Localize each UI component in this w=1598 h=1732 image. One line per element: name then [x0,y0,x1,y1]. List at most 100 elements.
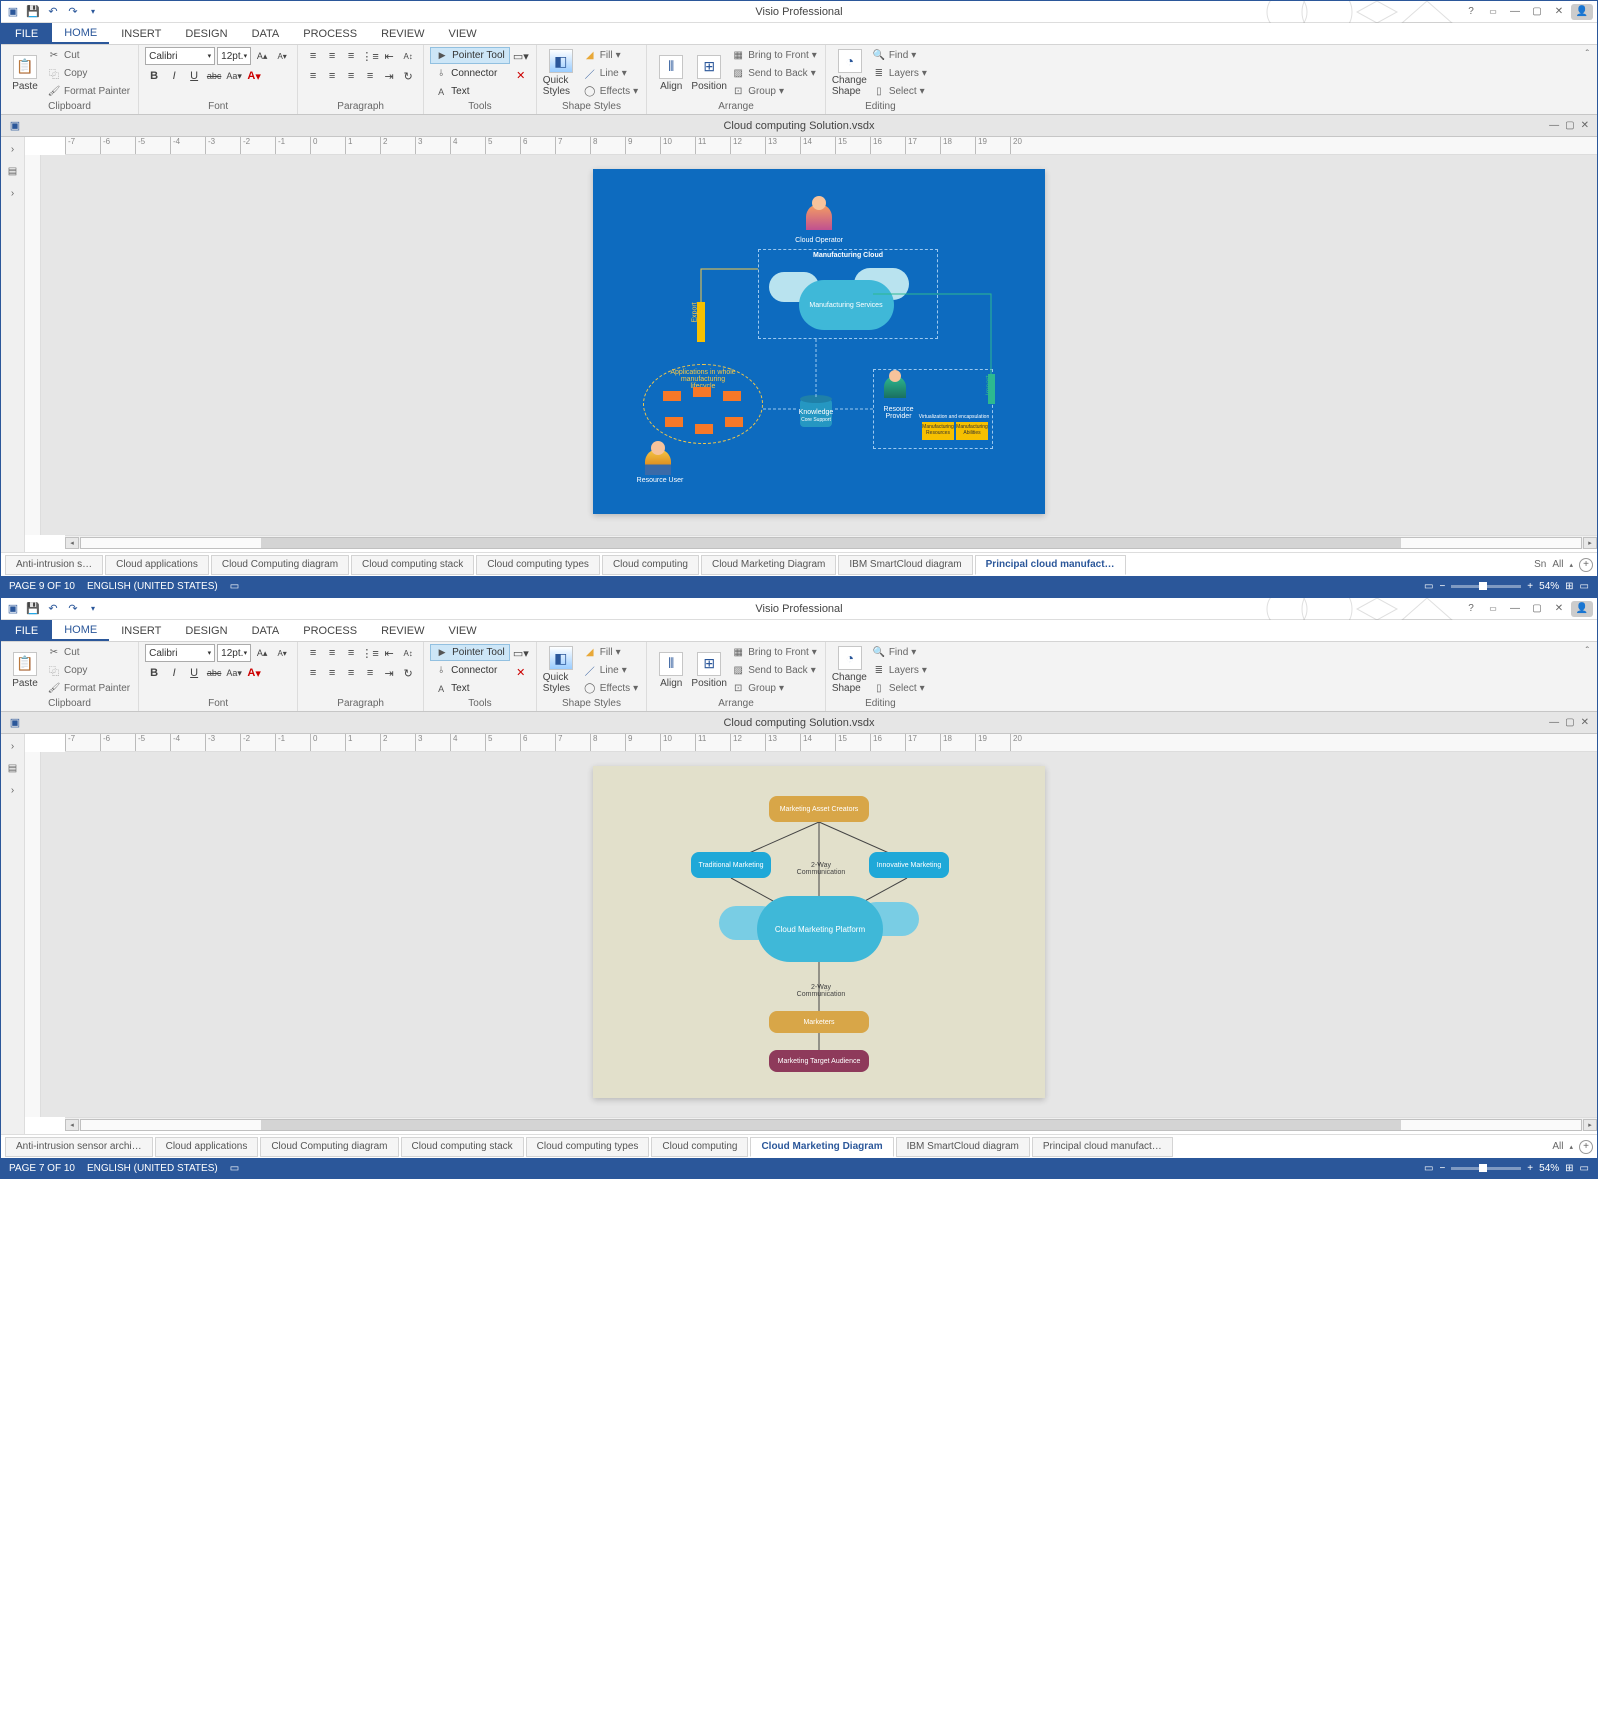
close-icon[interactable]: ✕ [1549,4,1569,20]
text-tool-button[interactable]: AText [430,680,510,697]
font-color-button[interactable]: A▾ [245,67,263,85]
italic-button[interactable]: I [165,67,183,85]
bullets-icon[interactable]: ⋮≡ [361,47,379,65]
all-label[interactable]: All [1552,559,1563,570]
view-presentation-icon[interactable]: ▭ [1424,1163,1433,1174]
ribbon-collapse-toggle[interactable]: ˆ [1578,45,1597,114]
restore-icon[interactable]: ▢ [1527,601,1547,617]
tab-data[interactable]: DATA [240,620,292,641]
shrink-font-icon[interactable]: A▾ [273,644,291,662]
page-tab[interactable]: Anti-intrusion s… [5,555,103,575]
zoom-slider[interactable] [1451,585,1521,588]
page-tab[interactable]: Cloud Computing diagram [260,1137,398,1157]
delete-tool-icon[interactable]: ✕ [512,66,530,84]
save-icon[interactable]: 💾 [25,4,41,20]
change-shape-button[interactable]: ◔Change Shape [832,644,868,696]
zoom-out-icon[interactable]: − [1439,1163,1445,1174]
stencil-more-icon[interactable]: › [5,185,21,201]
rotate-text-icon[interactable]: ↻ [399,67,417,85]
align-bottom-icon[interactable]: ≡ [342,47,360,65]
stencil-icon[interactable]: ▤ [5,163,21,179]
send-back-button[interactable]: ▨Send to Back▾ [729,662,819,679]
pointer-tool-button[interactable]: ▶Pointer Tool [430,47,510,64]
tab-view[interactable]: VIEW [436,620,488,641]
bold-button[interactable]: B [145,67,163,85]
bold-button[interactable]: B [145,664,163,682]
underline-button[interactable]: U [185,664,203,682]
page-tab[interactable]: IBM SmartCloud diagram [838,555,972,575]
find-button[interactable]: 🔍Find▾ [870,47,929,64]
qat-more-icon[interactable]: ▾ [85,4,101,20]
layers-button[interactable]: ≣Layers▾ [870,65,929,82]
tab-file[interactable]: FILE [1,620,52,641]
fit-width-icon[interactable]: ▭ [1580,1163,1589,1174]
font-name-select[interactable]: Calibri▾ [145,47,215,65]
minimize-icon[interactable]: — [1505,4,1525,20]
text-dir-icon[interactable]: A↕ [399,47,417,65]
position-button[interactable]: ⊞Position [691,644,727,696]
text-effects-button[interactable]: Aa▾ [225,664,243,682]
fit-page-icon[interactable]: ⊞ [1565,581,1573,592]
zoom-in-icon[interactable]: + [1527,581,1533,592]
zoom-value[interactable]: 54% [1539,581,1559,592]
stencil-icon[interactable]: ▤ [5,760,21,776]
page-tab[interactable]: Cloud Computing diagram [211,555,349,575]
format-painter-button[interactable]: 🖌Format Painter [45,83,132,100]
underline-button[interactable]: U [185,67,203,85]
group-button[interactable]: ⊡Group▾ [729,680,819,697]
expand-shapes-icon[interactable]: › [5,141,21,157]
align-button[interactable]: ⫴Align [653,47,689,99]
align-button[interactable]: ⫴Align [653,644,689,696]
scroll-right-icon[interactable]: ▸ [1583,537,1597,549]
font-color-button[interactable]: A▾ [245,664,263,682]
close-icon[interactable]: ✕ [1549,601,1569,617]
doc-restore-icon[interactable]: ▢ [1565,717,1574,728]
line-button[interactable]: ／Line▾ [581,662,640,679]
strike-button[interactable]: abc [205,664,223,682]
page-tab[interactable]: Cloud computing stack [401,1137,524,1157]
expand-shapes-icon[interactable]: › [5,738,21,754]
page-tab[interactable]: Cloud applications [105,555,209,575]
shapes-pane-collapsed[interactable]: › ▤ › [1,734,25,1134]
connector-tool-button[interactable]: ⫰Connector [430,662,510,679]
connector-tool-button[interactable]: ⫰Connector [430,65,510,82]
tab-review[interactable]: REVIEW [369,23,436,44]
page-tab[interactable]: Cloud computing [602,555,699,575]
tab-data[interactable]: DATA [240,23,292,44]
macro-icon[interactable]: ▭ [230,1163,239,1174]
canvas-viewport[interactable]: Cloud Operator Manufacturing Cloud Manuf… [41,155,1597,535]
indent-dec-icon[interactable]: ⇤ [380,47,398,65]
align-right-icon[interactable]: ≡ [342,67,360,85]
tab-view[interactable]: VIEW [436,23,488,44]
cut-button[interactable]: ✂Cut [45,47,132,64]
paste-button[interactable]: 📋Paste [7,644,43,696]
user-avatar[interactable]: 👤 [1571,601,1593,617]
tab-insert[interactable]: INSERT [109,23,173,44]
format-painter-button[interactable]: 🖌Format Painter [45,680,132,697]
undo-icon[interactable]: ↶ [45,4,61,20]
restore-icon[interactable]: ▢ [1527,4,1547,20]
page-indicator[interactable]: PAGE 9 OF 10 [9,581,75,592]
page-indicator[interactable]: PAGE 7 OF 10 [9,1163,75,1174]
page-tab[interactable]: Principal cloud manufact… [1032,1137,1173,1157]
group-button[interactable]: ⊡Group▾ [729,83,819,100]
grow-font-icon[interactable]: A▴ [253,47,271,65]
qat-more-icon[interactable]: ▾ [85,601,101,617]
all-label[interactable]: All [1552,1141,1563,1152]
language-indicator[interactable]: ENGLISH (UNITED STATES) [87,581,218,592]
fill-button[interactable]: ◢Fill▾ [581,644,640,661]
page-tab[interactable]: Cloud applications [155,1137,259,1157]
page-tab[interactable]: Cloud Marketing Diagram [701,555,836,575]
page-tab[interactable]: Cloud computing [651,1137,748,1157]
bring-front-button[interactable]: ▦Bring to Front▾ [729,47,819,64]
italic-button[interactable]: I [165,664,183,682]
text-effects-button[interactable]: Aa▾ [225,67,243,85]
layers-button[interactable]: ≣Layers▾ [870,662,929,679]
doc-minimize-icon[interactable]: — [1549,120,1559,131]
indent-inc-icon[interactable]: ⇥ [380,67,398,85]
canvas-viewport[interactable]: Marketing Asset Creators Traditional Mar… [41,752,1597,1117]
tab-insert[interactable]: INSERT [109,620,173,641]
language-indicator[interactable]: ENGLISH (UNITED STATES) [87,1163,218,1174]
redo-icon[interactable]: ↷ [65,601,81,617]
tab-home[interactable]: HOME [52,23,109,44]
